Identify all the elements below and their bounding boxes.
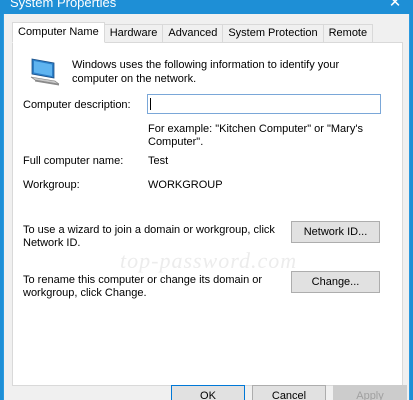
change-button[interactable]: Change... xyxy=(291,271,380,293)
ok-button[interactable]: OK xyxy=(171,385,245,400)
computer-icon xyxy=(30,58,60,86)
title-bar[interactable]: System Properties ✕ xyxy=(0,0,413,14)
description-example: For example: "Kitchen Computer" or "Mary… xyxy=(148,123,363,148)
cancel-button[interactable]: Cancel xyxy=(252,385,326,400)
watermark: top-password.com xyxy=(120,248,298,273)
full-computer-name-value: Test xyxy=(148,155,169,167)
text-caret xyxy=(150,98,151,110)
window-title: System Properties xyxy=(10,0,117,10)
workgroup-value: WORKGROUP xyxy=(148,179,223,191)
tab-remote[interactable]: Remote xyxy=(322,24,374,43)
network-id-button[interactable]: Network ID... xyxy=(291,221,380,243)
apply-button[interactable]: Apply xyxy=(333,385,407,400)
workgroup-label: Workgroup: xyxy=(23,179,80,191)
computer-description-label: Computer description: xyxy=(23,99,131,111)
rename-text: To rename this computer or change its do… xyxy=(23,274,263,299)
tab-system-protection[interactable]: System Protection xyxy=(222,24,324,43)
close-button[interactable]: ✕ xyxy=(387,0,403,13)
tab-advanced[interactable]: Advanced xyxy=(162,24,224,43)
intro-text: Windows uses the following information t… xyxy=(72,59,340,85)
tab-computer-name[interactable]: Computer Name xyxy=(12,22,105,43)
computer-name-panel: Windows uses the following information t… xyxy=(12,42,403,386)
full-computer-name-label: Full computer name: xyxy=(23,155,124,167)
tab-strip: Computer Name Hardware Advanced System P… xyxy=(12,22,374,43)
dialog-body: Computer Name Hardware Advanced System P… xyxy=(3,14,410,400)
computer-description-input[interactable] xyxy=(147,94,381,114)
network-id-text: To use a wizard to join a domain or work… xyxy=(23,224,275,249)
tab-hardware[interactable]: Hardware xyxy=(103,24,164,43)
